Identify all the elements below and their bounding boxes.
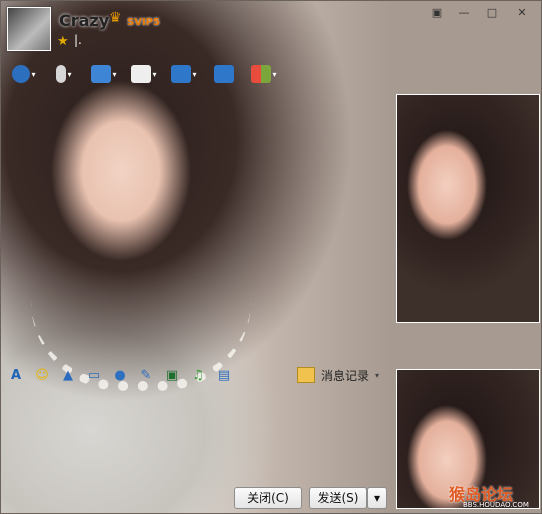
history-label: 消息记录: [321, 368, 370, 383]
maximize-button[interactable]: □: [481, 4, 503, 22]
remote-desktop-icon: [171, 65, 192, 83]
file-transfer-icon: [91, 65, 112, 83]
contact-photo: [396, 94, 540, 323]
close-window-button[interactable]: ✕: [511, 4, 533, 22]
signature-text: |.: [74, 33, 82, 47]
contact-name: Crazy: [59, 11, 110, 30]
message-history-button[interactable]: 消息记录 ▾: [297, 365, 379, 385]
screen-share-icon: [214, 65, 234, 83]
note-icon[interactable]: ✎: [135, 366, 157, 384]
chevron-down-icon[interactable]: ▾: [272, 70, 276, 79]
minimize-button[interactable]: —: [453, 4, 475, 22]
video-clip-icon[interactable]: ▭: [83, 366, 105, 384]
file-transfer-button[interactable]: ▾: [87, 62, 121, 86]
image-icon[interactable]: ▣: [161, 366, 183, 384]
chevron-down-icon[interactable]: ▾: [152, 70, 156, 79]
chevron-down-icon[interactable]: ▾: [112, 70, 116, 79]
history-icon: [297, 367, 315, 383]
chat-window: Crazy ♛ SVIP5 ★ |. ▣ — □ ✕ ▾ ▾ ▾ ▾ ▾ ▾ A…: [0, 0, 542, 514]
input-toolbar: A ☺ ▲ ▭ ● ✎ ▣ ♫ ▤: [5, 365, 239, 385]
voice-call-button[interactable]: ▾: [47, 62, 81, 86]
video-call-icon: [12, 65, 31, 83]
chevron-down-icon[interactable]: ▾: [67, 70, 71, 79]
apps-button[interactable]: ▾: [247, 62, 281, 86]
font-icon[interactable]: A: [5, 366, 27, 384]
crown-icon: ♛: [109, 10, 122, 26]
music-icon[interactable]: ♫: [187, 366, 209, 384]
chevron-down-icon[interactable]: ▾: [375, 371, 379, 380]
vip-badge[interactable]: SVIP5: [127, 17, 160, 28]
add-chat-icon: [131, 65, 152, 83]
chevron-down-icon[interactable]: ▾: [192, 70, 196, 79]
apps-grid-icon: [251, 65, 272, 83]
remote-desktop-button[interactable]: ▾: [167, 62, 201, 86]
screen-share-button[interactable]: [207, 62, 241, 86]
send-options-button[interactable]: ▾: [367, 487, 387, 509]
title-bar: Crazy ♛ SVIP5 ★ |. ▣ — □ ✕: [1, 1, 541, 57]
screenshot-icon[interactable]: ▤: [213, 366, 235, 384]
chevron-down-icon[interactable]: ▾: [31, 70, 35, 79]
forum-url: BBS.HOUDAO.COM: [463, 501, 529, 509]
skin-icon[interactable]: ▣: [426, 4, 448, 22]
star-icon[interactable]: ★: [57, 35, 69, 48]
microphone-icon: [56, 65, 67, 83]
send-button[interactable]: 发送(S): [309, 487, 367, 509]
shake-icon[interactable]: ▲: [57, 366, 79, 384]
emoji-icon[interactable]: ☺: [31, 366, 53, 384]
top-toolbar: ▾ ▾ ▾ ▾ ▾ ▾: [7, 61, 287, 87]
close-button[interactable]: 关闭(C): [234, 487, 302, 509]
avatar[interactable]: [7, 7, 51, 51]
add-chat-button[interactable]: ▾: [127, 62, 161, 86]
video-call-button[interactable]: ▾: [7, 62, 41, 86]
voice-message-icon[interactable]: ●: [109, 366, 131, 384]
